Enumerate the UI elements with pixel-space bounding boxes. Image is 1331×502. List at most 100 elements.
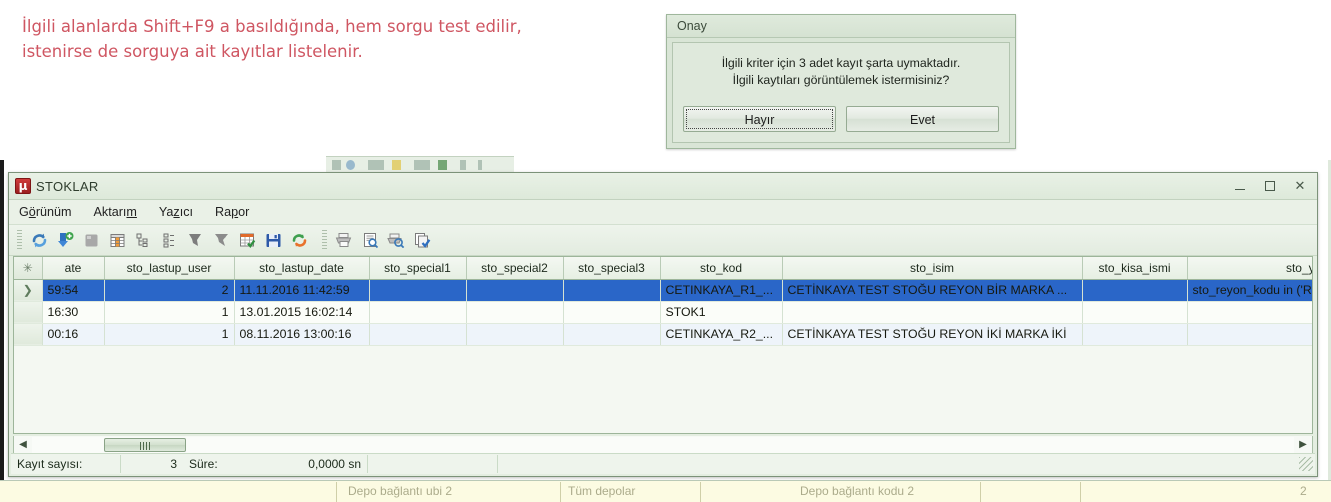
table-row[interactable]: 16:30 1 13.01.2015 16:02:14 STOK1 — [14, 301, 1312, 324]
dialog-no-button[interactable]: Hayır — [683, 106, 836, 132]
cell-sto-kisa-ismi[interactable] — [1082, 301, 1188, 324]
grid-header-row: ✳ ate sto_lastup_user sto_lastup_date st… — [14, 257, 1312, 280]
data-grid-area[interactable]: ✳ ate sto_lastup_user sto_lastup_date st… — [13, 256, 1313, 434]
cell-sto-kod[interactable]: CETINKAYA_R1_... — [660, 279, 783, 302]
filter-clear-icon[interactable] — [208, 228, 234, 252]
delete-row-icon[interactable] — [78, 228, 104, 252]
grid-header-sto-kod[interactable]: sto_kod — [660, 257, 783, 280]
cell-sto-lastup-date[interactable]: 11.11.2016 11:42:59 — [234, 279, 370, 302]
cell-sto-special3[interactable] — [563, 323, 661, 346]
toolbar-grip-1[interactable] — [17, 230, 22, 250]
save-icon[interactable] — [260, 228, 286, 252]
column-select-icon[interactable] — [234, 228, 260, 252]
print-preview-icon[interactable] — [357, 228, 383, 252]
grid-icon[interactable] — [104, 228, 130, 252]
bg-cell-1: Depo bağlantı ubi 2 — [348, 484, 453, 498]
status-duration-value: 0,0000 sn — [253, 455, 368, 473]
cell-sto-special2[interactable] — [466, 323, 564, 346]
cell-sto-special1[interactable] — [369, 323, 467, 346]
horizontal-scrollbar[interactable]: ◀ ▶ — [13, 436, 1313, 454]
cell-sto-special1[interactable] — [369, 279, 467, 302]
row-marker — [14, 323, 43, 346]
grid-header-sto-lastup-date[interactable]: sto_lastup_date — [234, 257, 370, 280]
window-controls: ✕ — [1233, 179, 1317, 193]
grid-header-lastup-date-clipped[interactable]: ate — [42, 257, 105, 280]
cell-sto-yabanci-isim[interactable] — [1187, 301, 1312, 324]
menu-item-aktarim[interactable]: Aktarım — [94, 205, 137, 219]
cell-sto-yabanci-isim[interactable] — [1187, 323, 1312, 346]
bg-cell-3: Depo bağlantı kodu 2 — [800, 484, 915, 498]
tree-collapse-icon[interactable] — [156, 228, 182, 252]
menu-item-gorunum[interactable]: Görünüm — [19, 205, 72, 219]
dialog-yes-button[interactable]: Evet — [846, 106, 999, 132]
cell-sto-special1[interactable] — [369, 301, 467, 324]
dialog-message-line-1: İlgili kriter için 3 adet kayıt şarta uy… — [721, 56, 961, 70]
cell-sto-kisa-ismi[interactable] — [1082, 323, 1188, 346]
scroll-left-arrow-icon[interactable]: ◀ — [14, 437, 32, 453]
confirm-dialog: Onay İlgili kriter için 3 adet kayıt şar… — [666, 14, 1016, 149]
scroll-right-arrow-icon[interactable]: ▶ — [1294, 437, 1312, 453]
cell-sto-special3[interactable] — [563, 279, 661, 302]
cell-sto-special2[interactable] — [466, 279, 564, 302]
statusbar: Kayıt sayısı: 3 Süre: 0,0000 sn — [11, 453, 1315, 474]
table-row[interactable]: 00:16 1 08.11.2016 13:00:16 CETINKAYA_R2… — [14, 323, 1312, 346]
cell-sto-isim[interactable]: CETİNKAYA TEST STOĞU REYON BİR MARKA ... — [782, 279, 1083, 302]
tree-expand-icon[interactable] — [130, 228, 156, 252]
grid-header-sto-yabanci-isim[interactable]: sto_yabanci_isim — [1187, 257, 1312, 280]
dialog-body: İlgili kriter için 3 adet kayıt şarta uy… — [672, 42, 1010, 143]
cell-sto-kod[interactable]: CETINKAYA_R2_... — [660, 323, 783, 346]
cell-sto-lastup-date[interactable]: 13.01.2015 16:02:14 — [234, 301, 370, 324]
cell-sto-lastup-user[interactable]: 2 — [104, 279, 235, 302]
minimize-icon[interactable] — [1233, 179, 1247, 193]
page-setup-icon[interactable] — [383, 228, 409, 252]
cell-sto-lastup-user[interactable]: 1 — [104, 301, 235, 324]
cell-sto-special2[interactable] — [466, 301, 564, 324]
menubar: Görünüm Aktarım Yazıcı Rapor — [9, 200, 1317, 225]
print-icon[interactable] — [331, 228, 357, 252]
menu-item-yazici[interactable]: Yazıcı — [159, 205, 193, 219]
dialog-message: İlgili kriter için 3 adet kayıt şarta uy… — [673, 43, 1009, 89]
cell-lastup-date-clipped[interactable]: 59:54 — [42, 279, 105, 302]
grid-header-sto-isim[interactable]: sto_isim — [782, 257, 1083, 280]
cell-sto-kod[interactable]: STOK1 — [660, 301, 783, 324]
grid-header-sto-special1[interactable]: sto_special1 — [369, 257, 467, 280]
filter-icon[interactable] — [182, 228, 208, 252]
menu-item-rapor[interactable]: Rapor — [215, 205, 249, 219]
refresh-icon[interactable] — [26, 228, 52, 252]
dialog-title: Onay — [677, 19, 707, 33]
grid-header-sto-lastup-user[interactable]: sto_lastup_user — [104, 257, 235, 280]
row-marker: ❯ — [14, 279, 43, 302]
cell-sto-isim[interactable] — [782, 301, 1083, 324]
close-icon[interactable]: ✕ — [1293, 179, 1307, 193]
cell-lastup-date-clipped[interactable]: 00:16 — [42, 323, 105, 346]
dialog-titlebar: Onay — [667, 15, 1015, 38]
cell-sto-isim[interactable]: CETİNKAYA TEST STOĞU REYON İKİ MARKA İKİ — [782, 323, 1083, 346]
reload-icon[interactable] — [286, 228, 312, 252]
cell-sto-special3[interactable] — [563, 301, 661, 324]
toolbar-grip-2[interactable] — [322, 230, 327, 250]
horizontal-scroll-track[interactable] — [32, 436, 1294, 453]
bg-cell-2: Tüm depolar — [568, 484, 636, 498]
grid-header-sto-kisa-ismi[interactable]: sto_kisa_ismi — [1082, 257, 1188, 280]
cell-sto-kisa-ismi[interactable] — [1082, 279, 1188, 302]
table-row[interactable]: ❯ 59:54 2 11.11.2016 11:42:59 CETINKAYA_… — [14, 279, 1312, 302]
cell-sto-yabanci-isim[interactable]: sto_reyon_kodu in ('REYON_1';' — [1187, 279, 1312, 302]
window-titlebar[interactable]: μ STOKLAR ✕ — [9, 173, 1317, 200]
data-grid: ✳ ate sto_lastup_user sto_lastup_date st… — [14, 257, 1312, 346]
annotation-line-2: istenirse de sorguya ait kayıtlar listel… — [22, 42, 363, 61]
maximize-icon[interactable] — [1263, 179, 1277, 193]
status-record-label: Kayıt sayısı: — [11, 455, 121, 473]
status-duration-label: Süre: — [189, 457, 218, 471]
horizontal-scroll-thumb[interactable] — [104, 437, 186, 452]
cell-sto-lastup-date[interactable]: 08.11.2016 13:00:16 — [234, 323, 370, 346]
resize-grip-icon[interactable] — [1299, 457, 1313, 471]
export-icon[interactable] — [409, 228, 435, 252]
grid-header-sto-special3[interactable]: sto_special3 — [563, 257, 661, 280]
grid-header-sto-special2[interactable]: sto_special2 — [466, 257, 564, 280]
annotation-line-1: İlgili alanlarda Shift+F9 a basıldığında… — [22, 17, 522, 36]
stoklar-window: μ STOKLAR ✕ Görünüm Aktarım Yazıcı Rapor — [8, 172, 1318, 477]
cell-sto-lastup-user[interactable]: 1 — [104, 323, 235, 346]
cell-lastup-date-clipped[interactable]: 16:30 — [42, 301, 105, 324]
insert-row-icon[interactable] — [52, 228, 78, 252]
row-marker — [14, 301, 43, 324]
